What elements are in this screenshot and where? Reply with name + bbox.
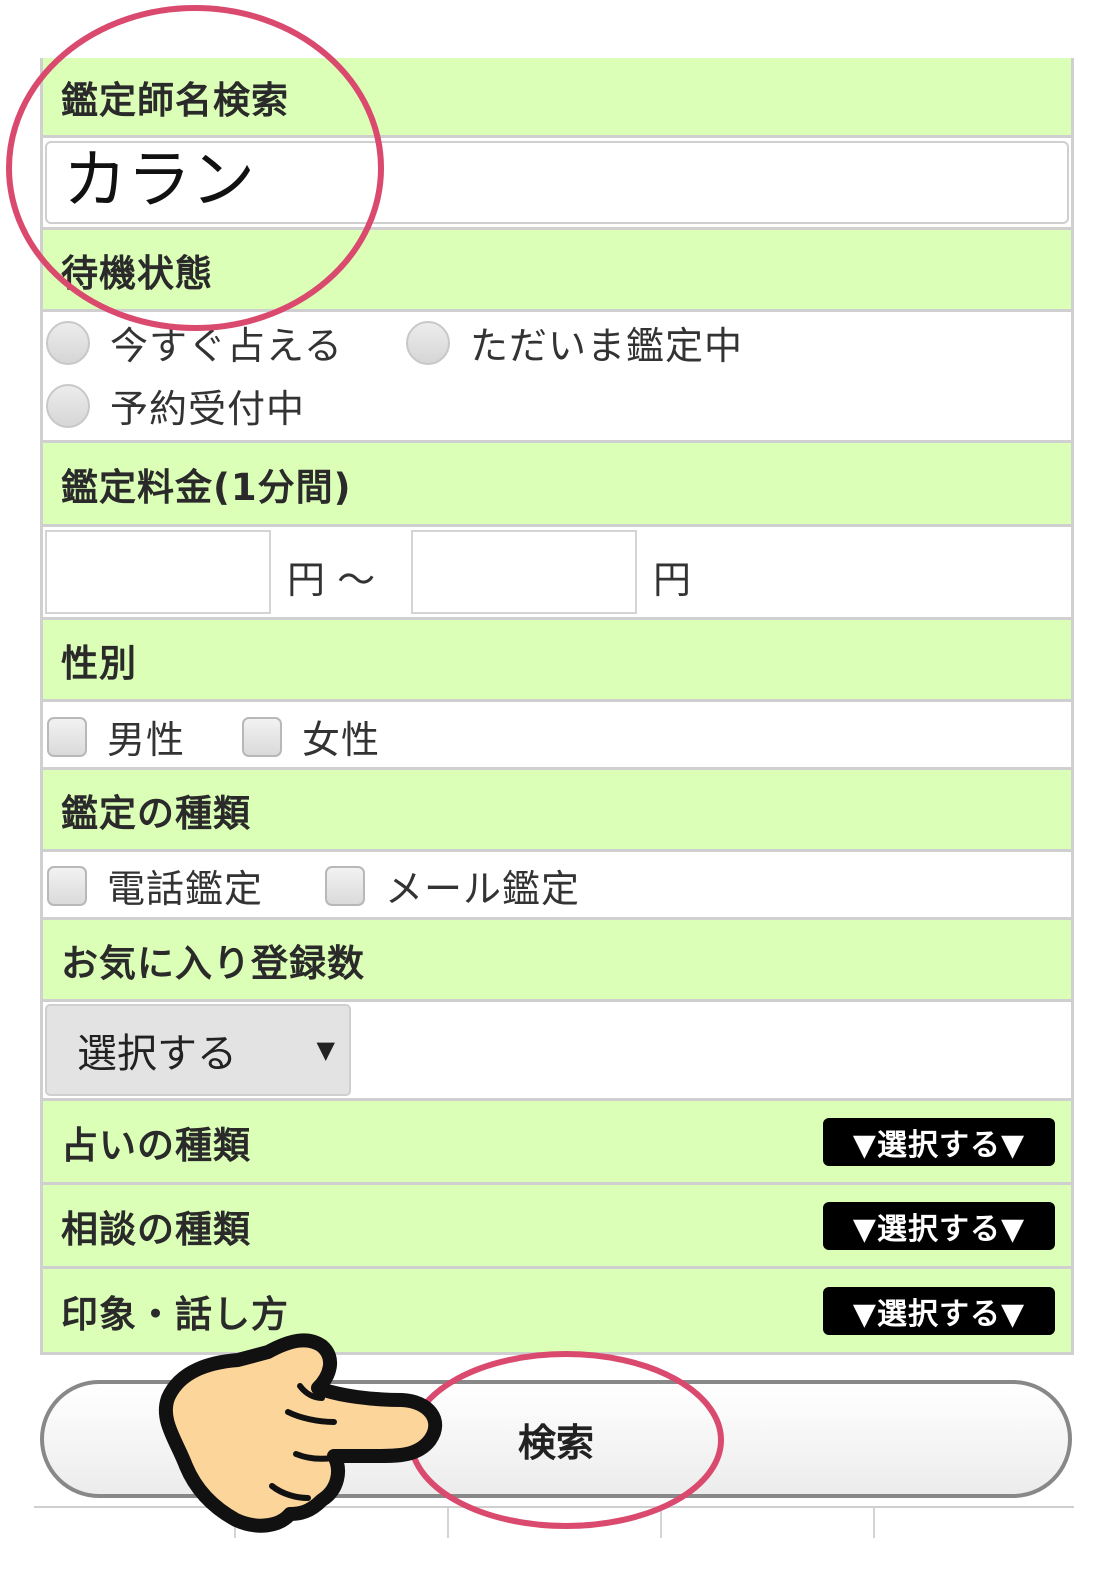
gender-label-female: 女性 <box>302 718 381 762</box>
gender-label-male: 男性 <box>107 718 186 762</box>
footer-divider <box>34 1506 1074 1508</box>
fee-header: 鑑定料金(1分間) <box>43 443 1071 527</box>
reading-type-body: 電話鑑定 メール鑑定 <box>43 852 1071 920</box>
footer-tab-divider <box>873 1508 875 1538</box>
footer-tab-divider <box>447 1508 449 1538</box>
reading-type-heading: 鑑定の種類 <box>61 791 251 835</box>
consultation-type-heading: 相談の種類 <box>61 1207 251 1251</box>
status-heading: 待機状態 <box>61 251 213 295</box>
checkbox-phone[interactable] <box>47 865 87 906</box>
status-option-reservation[interactable]: 予約受付中 <box>46 378 305 433</box>
divination-type-select-button[interactable]: ▼選択する▼ <box>823 1117 1055 1166</box>
gender-heading: 性別 <box>61 641 137 685</box>
gender-header: 性別 <box>43 620 1071 702</box>
search-button-label: 検索 <box>517 1420 594 1465</box>
name-search-header: 鑑定師名検索 <box>43 58 1071 138</box>
gender-option-female[interactable]: 女性 <box>242 709 380 764</box>
checkbox-mail[interactable] <box>325 865 365 906</box>
status-body: 今すぐ占える ただいま鑑定中 予約受付中 <box>43 312 1071 443</box>
name-search-heading: 鑑定師名検索 <box>61 78 289 122</box>
name-search-body: カラン <box>43 138 1071 230</box>
divination-type-heading: 占いの種類 <box>61 1123 251 1167</box>
favorites-header: お気に入り登録数 <box>43 920 1071 1002</box>
status-label-available: 今すぐ占える <box>110 324 343 368</box>
checkbox-male[interactable] <box>47 716 87 757</box>
favorites-select[interactable]: 選択する ▼ <box>45 1004 351 1096</box>
reading-label-mail: メール鑑定 <box>385 867 581 911</box>
radio-reservation[interactable] <box>46 383 90 428</box>
divination-type-header: 占いの種類 ▼選択する▼ <box>43 1101 1071 1185</box>
status-option-busy[interactable]: ただいま鑑定中 <box>406 315 743 370</box>
fee-unit-to: 円 <box>653 558 692 602</box>
radio-available[interactable] <box>46 320 90 365</box>
name-search-input[interactable]: カラン <box>45 141 1069 224</box>
fee-body: 円 ～ 円 <box>43 527 1071 620</box>
status-label-reservation: 予約受付中 <box>110 387 306 431</box>
radio-busy[interactable] <box>406 320 450 365</box>
gender-body: 男性 女性 <box>43 702 1071 770</box>
impression-heading: 印象・話し方 <box>61 1292 289 1336</box>
consultation-type-header: 相談の種類 ▼選択する▼ <box>43 1185 1071 1269</box>
reading-option-phone[interactable]: 電話鑑定 <box>47 858 263 913</box>
consultation-type-select-button[interactable]: ▼選択する▼ <box>823 1201 1055 1250</box>
reading-option-mail[interactable]: メール鑑定 <box>325 858 580 913</box>
fee-max-input[interactable] <box>411 530 637 614</box>
reading-label-phone: 電話鑑定 <box>107 867 264 911</box>
fee-heading: 鑑定料金(1分間) <box>61 465 352 509</box>
status-label-busy: ただいま鑑定中 <box>470 324 744 368</box>
impression-header: 印象・話し方 ▼選択する▼ <box>43 1269 1071 1355</box>
status-option-available[interactable]: 今すぐ占える <box>46 315 343 370</box>
fee-min-input[interactable] <box>45 530 271 614</box>
impression-select-button[interactable]: ▼選択する▼ <box>823 1286 1055 1335</box>
fee-unit-from: 円 ～ <box>287 558 376 602</box>
favorites-body: 選択する ▼ <box>43 1002 1071 1101</box>
checkbox-female[interactable] <box>242 716 282 757</box>
search-form: 鑑定師名検索 カラン 待機状態 今すぐ占える ただいま鑑定中 予約受付中 鑑定料… <box>40 58 1074 1355</box>
footer-tab-divider <box>660 1508 662 1538</box>
footer-tab-divider <box>234 1508 236 1538</box>
favorites-select-value: 選択する <box>77 1031 237 1077</box>
reading-type-header: 鑑定の種類 <box>43 770 1071 852</box>
favorites-heading: お気に入り登録数 <box>61 941 365 985</box>
status-header: 待機状態 <box>43 230 1071 312</box>
search-button[interactable]: 検索 <box>40 1380 1072 1498</box>
gender-option-male[interactable]: 男性 <box>47 709 185 764</box>
dropdown-arrow-icon: ▼ <box>316 1036 335 1064</box>
